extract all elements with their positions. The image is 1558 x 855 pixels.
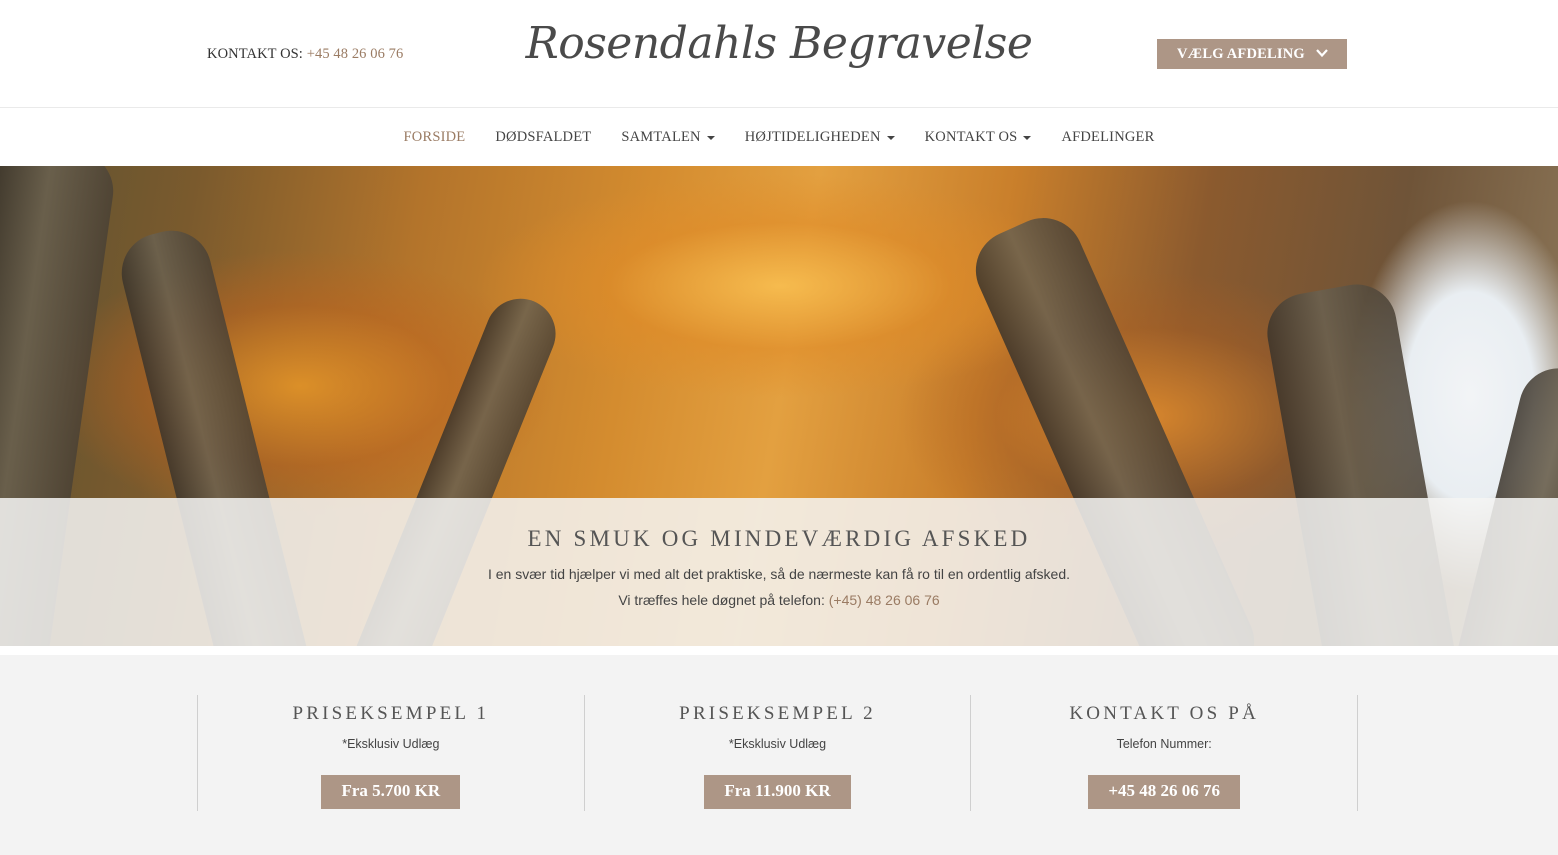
nav-item-afdelinger[interactable]: AFDELINGER — [1046, 129, 1169, 146]
hero-banner: EN SMUK OG MINDEVÆRDIG AFSKED I en svær … — [0, 166, 1558, 646]
price-example-1: PRISEKSEMPEL 1 *Eksklusiv Udlæg Fra 5.70… — [197, 695, 584, 811]
nav-item-samtalen[interactable]: SAMTALEN — [606, 129, 729, 146]
column-subtitle: *Eksklusiv Udlæg — [728, 737, 827, 751]
hero-title: EN SMUK OG MINDEVÆRDIG AFSKED — [527, 526, 1031, 551]
nav-label: HØJTIDELIGHEDEN — [744, 129, 881, 145]
nav-label: SAMTALEN — [621, 129, 701, 145]
phone-button[interactable]: +45 48 26 06 76 — [1088, 775, 1241, 809]
column-subtitle: *Eksklusiv Udlæg — [342, 737, 440, 751]
hero-phone-link[interactable]: (+45) 48 26 06 76 — [829, 592, 940, 608]
hero-caption: EN SMUK OG MINDEVÆRDIG AFSKED I en svær … — [0, 498, 1558, 646]
price-example-2: PRISEKSEMPEL 2 *Eksklusiv Udlæg Fra 11.9… — [583, 695, 971, 811]
select-department-button[interactable]: VÆLG AFDELING — [1157, 39, 1347, 69]
hero-phone-line: Vi træffes hele døgnet på telefon: (+45)… — [0, 592, 1558, 608]
caret-down-icon — [706, 135, 715, 140]
price-button-2[interactable]: Fra 11.900 KR — [704, 775, 851, 809]
hero-phone-prefix: Vi træffes hele døgnet på telefon: — [618, 592, 825, 608]
column-subtitle: Telefon Nummer: — [1116, 737, 1212, 751]
caret-down-icon — [1023, 135, 1032, 140]
site-header: KONTAKT OS: +45 48 26 06 76 Rosendahls B… — [0, 0, 1558, 108]
main-nav: FORSIDE DØDSFALDET SAMTALEN HØJTIDELIGHE… — [0, 109, 1558, 166]
select-department-label: VÆLG AFDELING — [1177, 45, 1305, 62]
nav-item-dodsfaldet[interactable]: DØDSFALDET — [480, 129, 606, 146]
caret-down-icon — [886, 135, 895, 140]
column-title: PRISEKSEMPEL 1 — [292, 703, 490, 724]
nav-label: KONTAKT OS — [924, 129, 1018, 145]
price-columns: PRISEKSEMPEL 1 *Eksklusiv Udlæg Fra 5.70… — [197, 695, 1359, 811]
nav-label: DØDSFALDET — [495, 129, 592, 145]
column-title: PRISEKSEMPEL 2 — [679, 703, 876, 724]
nav-item-forside[interactable]: FORSIDE — [389, 129, 481, 146]
hero-text: I en svær tid hjælper vi med alt det pra… — [487, 566, 1071, 582]
nav-label: FORSIDE — [403, 129, 466, 145]
contact-column: KONTAKT OS PÅ Telefon Nummer: +45 48 26 … — [970, 695, 1359, 811]
price-section: PRISEKSEMPEL 1 *Eksklusiv Udlæg Fra 5.70… — [0, 655, 1558, 855]
nav-label: AFDELINGER — [1061, 129, 1155, 145]
chevron-down-icon — [1316, 49, 1328, 58]
nav-item-kontakt-os[interactable]: KONTAKT OS — [910, 129, 1047, 146]
column-title: KONTAKT OS PÅ — [1069, 703, 1259, 724]
nav-item-hojtideligheden[interactable]: HØJTIDELIGHEDEN — [730, 129, 910, 146]
price-button-1[interactable]: Fra 5.700 KR — [321, 775, 461, 809]
